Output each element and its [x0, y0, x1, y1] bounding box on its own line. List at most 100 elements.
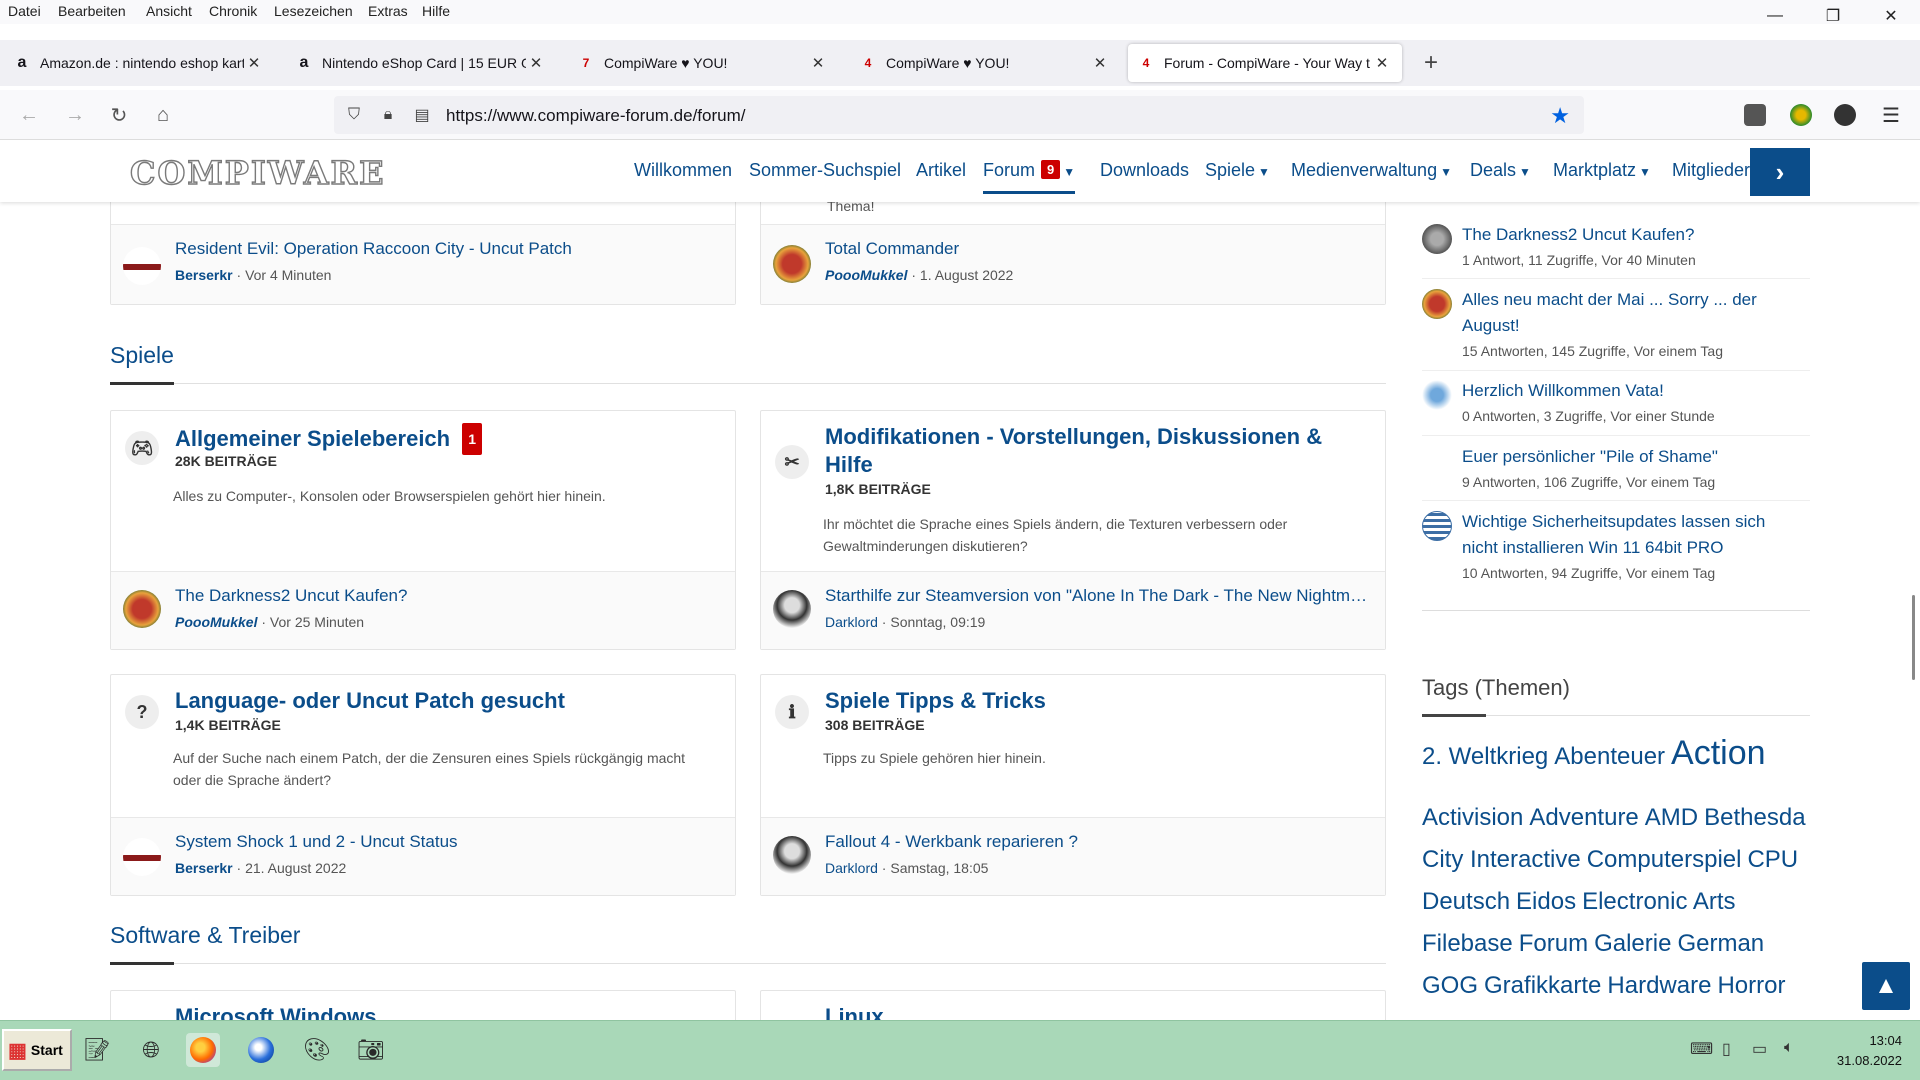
last-post-title[interactable]: Starthilfe zur Steamversion von "Alone I…	[825, 586, 1371, 606]
nav-marktplatz[interactable]: Marktplatz ▼	[1553, 160, 1651, 181]
url-bar[interactable]: ⛉ 🔒︎ ▤ https://www.compiware-forum.de/fo…	[334, 96, 1584, 134]
tab-compiware-2[interactable]: 4 CompiWare ♥ YOU! ✕	[850, 44, 1120, 82]
volume-icon[interactable]: 🔈︎	[1784, 1039, 1794, 1057]
tag-link[interactable]: AMD	[1645, 804, 1698, 831]
close-tab-icon[interactable]: ✕	[1090, 54, 1110, 72]
board-title[interactable]: Microsoft Windows	[175, 1003, 376, 1020]
battery-icon[interactable]: ▯	[1722, 1039, 1731, 1059]
nav-artikel[interactable]: Artikel	[916, 160, 966, 181]
tag-link[interactable]: Action	[1671, 734, 1766, 772]
firefox-icon[interactable]	[186, 1033, 220, 1067]
scroll-to-top-button[interactable]: ▲	[1862, 962, 1910, 1010]
notepad-icon[interactable]: 📝︎	[80, 1033, 114, 1067]
avatar[interactable]	[1422, 289, 1452, 319]
tag-link[interactable]: Horror	[1717, 972, 1785, 999]
thread-title[interactable]: Alles neu macht der Mai ... Sorry ... de…	[1462, 287, 1792, 339]
tag-link[interactable]: Electronic Arts	[1582, 888, 1735, 915]
tag-link[interactable]: CPU	[1747, 846, 1798, 873]
thread-title[interactable]: Euer persönlicher "Pile of Shame"	[1462, 444, 1718, 470]
tag-link[interactable]: Eidos	[1516, 888, 1576, 915]
avatar[interactable]	[123, 838, 161, 876]
tag-link[interactable]: Computerspiel	[1587, 846, 1742, 873]
avatar[interactable]	[1422, 511, 1452, 541]
avatar[interactable]	[773, 590, 811, 628]
reload-icon[interactable]: ↻	[104, 100, 134, 130]
site-logo[interactable]: COMPIWARE	[129, 153, 386, 192]
thread-title[interactable]: Wichtige Sicherheitsupdates lassen sich …	[1462, 509, 1802, 561]
nav-forum[interactable]: Forum 9 ▼	[983, 160, 1076, 194]
menu-hilfe[interactable]: Hilfe	[422, 3, 450, 19]
menu-ansicht[interactable]: Ansicht	[146, 3, 192, 19]
menu-bearbeiten[interactable]: Bearbeiten	[58, 3, 126, 19]
extension-icon[interactable]	[1790, 104, 1812, 126]
section-title-software[interactable]: Software & Treiber	[110, 922, 300, 949]
nav-sommer-suchspiel[interactable]: Sommer-Suchspiel	[749, 160, 901, 181]
minimize-button[interactable]: —	[1752, 0, 1798, 32]
clock[interactable]: 13:04 31.08.2022	[1822, 1031, 1902, 1071]
tab-nintendo[interactable]: a Nintendo eShop Card | 15 EUR Gu ✕	[286, 44, 556, 82]
menu-datei[interactable]: Datei	[8, 3, 41, 19]
tab-amazon[interactable]: a Amazon.de : nintendo eshop karte ✕	[4, 44, 274, 82]
tag-link[interactable]: Bethesda	[1704, 804, 1805, 831]
tag-link[interactable]: Filebase	[1422, 930, 1513, 957]
board-title[interactable]: Linux	[825, 1003, 884, 1020]
tag-link[interactable]: German	[1677, 930, 1764, 957]
author-link[interactable]: PoooMukkel	[825, 267, 907, 283]
thread-title[interactable]: Herzlich Willkommen Vata!	[1462, 378, 1664, 404]
nav-willkommen[interactable]: Willkommen	[634, 160, 732, 181]
tag-link[interactable]: Forum	[1519, 930, 1588, 957]
tag-link[interactable]: 2. Weltkrieg	[1422, 743, 1548, 770]
nav-downloads[interactable]: Downloads	[1100, 160, 1189, 181]
author-link[interactable]: Berserkr	[175, 860, 233, 876]
last-post-title[interactable]: Fallout 4 - Werkbank reparieren ?	[825, 832, 1371, 852]
paint-icon[interactable]: 🎨︎	[300, 1033, 334, 1067]
start-button[interactable]: ▦ Start	[2, 1029, 72, 1071]
menu-chronik[interactable]: Chronik	[209, 3, 257, 19]
tag-link[interactable]: City Interactive	[1422, 846, 1581, 873]
board-title[interactable]: Allgemeiner Spielebereich 1	[175, 423, 483, 455]
close-window-button[interactable]: ✕	[1868, 0, 1914, 32]
last-post-title[interactable]: Total Commander	[825, 239, 1371, 259]
author-link[interactable]: Darklord	[825, 860, 878, 876]
url-text[interactable]: https://www.compiware-forum.de/forum/	[446, 106, 745, 126]
last-post-title[interactable]: The Darkness2 Uncut Kaufen?	[175, 586, 721, 606]
lock-icon[interactable]: 🔒︎	[378, 105, 398, 125]
network-tray-icon[interactable]: ▭	[1752, 1039, 1767, 1059]
last-post-title[interactable]: System Shock 1 und 2 - Uncut Status	[175, 832, 721, 852]
thunderbird-icon[interactable]	[244, 1033, 278, 1067]
close-tab-icon[interactable]: ✕	[244, 54, 264, 72]
author-link[interactable]: Berserkr	[175, 267, 233, 283]
author-link[interactable]: Darklord	[825, 614, 878, 630]
nav-medienverwaltung[interactable]: Medienverwaltung ▼	[1291, 160, 1452, 181]
avatar[interactable]	[123, 247, 161, 285]
menu-hamburger-icon[interactable]: ☰	[1876, 100, 1906, 130]
nav-spiele[interactable]: Spiele ▼	[1205, 160, 1270, 181]
tag-link[interactable]: Adventure	[1529, 804, 1638, 831]
media-player-icon[interactable]: 📷︎	[354, 1033, 388, 1067]
tag-link[interactable]: Deutsch	[1422, 888, 1510, 915]
avatar[interactable]	[773, 245, 811, 283]
thread-title[interactable]: The Darkness2 Uncut Kaufen?	[1462, 222, 1694, 248]
tag-link[interactable]: GOG	[1422, 972, 1478, 999]
menu-lesezeichen[interactable]: Lesezeichen	[274, 3, 353, 19]
section-title-spiele[interactable]: Spiele	[110, 342, 174, 369]
board-title[interactable]: Modifikationen - Vorstellungen, Diskussi…	[825, 423, 1365, 479]
tag-link[interactable]: Abenteuer	[1554, 743, 1665, 770]
shield-icon[interactable]: ⛉	[344, 105, 364, 125]
back-icon[interactable]: ←	[14, 100, 44, 130]
board-title[interactable]: Language- oder Uncut Patch gesucht	[175, 687, 565, 715]
home-icon[interactable]: ⌂	[148, 100, 178, 130]
tag-link[interactable]: Grafikkarte	[1484, 972, 1601, 999]
tag-link[interactable]: Hardware	[1607, 972, 1711, 999]
tab-forum-active[interactable]: 4 Forum - CompiWare - Your Way t ✕	[1128, 44, 1402, 82]
bookmark-star-icon[interactable]: ★	[1550, 103, 1570, 129]
close-tab-icon[interactable]: ✕	[1372, 54, 1392, 72]
tag-link[interactable]: Galerie	[1594, 930, 1671, 957]
close-tab-icon[interactable]: ✕	[526, 54, 546, 72]
tag-link[interactable]: Activision	[1422, 804, 1523, 831]
nav-scroll-right-button[interactable]: ›	[1750, 148, 1810, 196]
avatar[interactable]	[773, 836, 811, 874]
last-post-title[interactable]: Resident Evil: Operation Raccoon City - …	[175, 239, 721, 259]
ublock-icon[interactable]	[1744, 104, 1766, 126]
page-icon[interactable]: ▤	[412, 105, 432, 125]
